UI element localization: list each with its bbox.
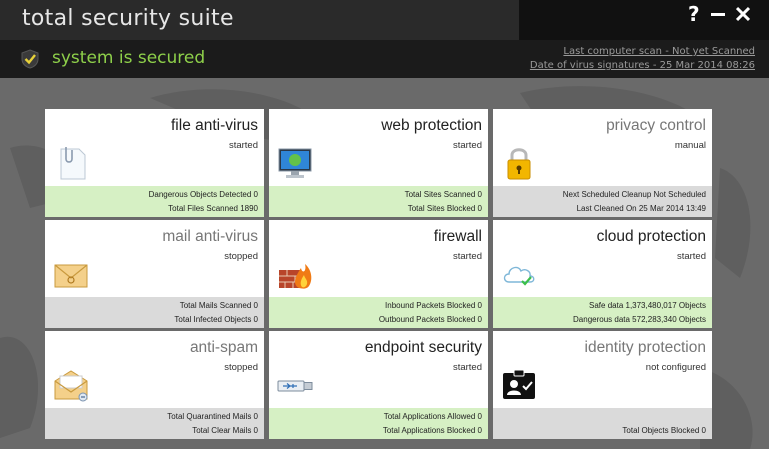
tile-title: endpoint security <box>364 339 482 356</box>
monitor-globe-icon <box>278 148 312 178</box>
stat-line: Total Files Scanned 1890 <box>168 204 258 213</box>
minimize-icon <box>711 13 725 16</box>
tile-cloud-protection[interactable]: cloud protection started Safe data 1,373… <box>493 220 712 328</box>
tile-stats: Next Scheduled Cleanup Not Scheduled Las… <box>493 186 712 217</box>
firewall-icon <box>279 264 312 289</box>
tile-endpoint-security[interactable]: endpoint security started Total Applicat… <box>269 331 488 439</box>
tile-firewall[interactable]: firewall started Inbound Packets Blocked… <box>269 220 488 328</box>
stat-line: Outbound Packets Blocked 0 <box>378 315 482 324</box>
stat-line: Dangerous Objects Detected 0 <box>148 190 258 199</box>
tile-title: firewall <box>433 228 482 245</box>
tile-title: privacy control <box>606 117 706 134</box>
status-bar: system is secured Last computer scan - N… <box>0 40 769 78</box>
close-icon <box>735 6 751 22</box>
tile-state: started <box>452 362 482 373</box>
document-clip-icon <box>60 147 86 180</box>
tile-stats: Dangerous Objects Detected 0 Total Files… <box>45 186 264 217</box>
tile-state: started <box>228 140 258 151</box>
last-scan-link[interactable]: Last computer scan - Not yet Scanned <box>530 45 755 59</box>
tile-state: stopped <box>224 362 258 373</box>
tile-title: web protection <box>381 117 482 134</box>
app-title: total security suite <box>22 6 234 31</box>
title-bar: total security suite ? <box>0 0 769 40</box>
stat-line: Total Applications Blocked 0 <box>382 426 482 435</box>
envelope-icon <box>54 264 88 288</box>
tile-stats: Total Quarantined Mails 0 Total Clear Ma… <box>45 408 264 439</box>
security-status-text: system is secured <box>52 48 206 68</box>
tile-state: stopped <box>224 251 258 262</box>
tile-stats: Total Objects Blocked 0 <box>493 408 712 439</box>
tile-title: anti-spam <box>189 339 258 356</box>
tile-stats: Total Mails Scanned 0 Total Infected Obj… <box>45 297 264 328</box>
tile-state: started <box>452 251 482 262</box>
tile-state: manual <box>674 140 706 151</box>
open-envelope-icon <box>54 370 88 402</box>
tile-web-protection[interactable]: web protection started Total Sites Scann… <box>269 109 488 217</box>
stat-line: Total Objects Blocked 0 <box>622 426 706 435</box>
stat-line: Total Infected Objects 0 <box>174 315 258 324</box>
stat-line: Safe data 1,373,480,017 Objects <box>589 301 706 310</box>
stat-line: Total Applications Allowed 0 <box>383 412 482 421</box>
tile-stats: Total Applications Allowed 0 Total Appli… <box>269 408 488 439</box>
stat-line: Total Clear Mails 0 <box>192 426 258 435</box>
tile-anti-spam[interactable]: anti-spam stopped Total Quarantined Mail… <box>45 331 264 439</box>
tile-privacy-control[interactable]: privacy control manual Next Scheduled Cl… <box>493 109 712 217</box>
tile-stats: Inbound Packets Blocked 0 Outbound Packe… <box>269 297 488 328</box>
scan-info: Last computer scan - Not yet Scanned Dat… <box>530 45 755 73</box>
stat-line: Next Scheduled Cleanup Not Scheduled <box>562 190 706 199</box>
tile-state: started <box>676 251 706 262</box>
virus-signatures-link[interactable]: Date of virus signatures - 25 Mar 2014 0… <box>530 59 755 73</box>
tile-stats: Total Sites Scanned 0 Total Sites Blocke… <box>269 186 488 217</box>
help-button[interactable]: ? <box>688 4 700 24</box>
stat-line: Dangerous data 572,283,340 Objects <box>573 315 706 324</box>
stat-line: Inbound Packets Blocked 0 <box>385 301 482 310</box>
close-button[interactable] <box>735 4 751 27</box>
shield-check-icon <box>21 49 39 69</box>
padlock-icon <box>507 148 531 180</box>
id-card-icon <box>503 369 535 399</box>
stat-line: Total Mails Scanned 0 <box>179 301 258 310</box>
tile-title: mail anti-virus <box>162 228 258 245</box>
stat-line: Total Sites Scanned 0 <box>404 190 482 199</box>
tile-title: identity protection <box>584 339 707 356</box>
tile-identity-protection[interactable]: identity protection not configured Total… <box>493 331 712 439</box>
stat-line: Total Sites Blocked 0 <box>407 204 482 213</box>
usb-drive-icon <box>277 380 313 392</box>
cloud-check-icon <box>503 266 535 286</box>
tile-state: not configured <box>645 362 706 373</box>
tile-mail-anti-virus[interactable]: mail anti-virus stopped Total Mails Scan… <box>45 220 264 328</box>
tile-stats: Safe data 1,373,480,017 Objects Dangerou… <box>493 297 712 328</box>
stat-line: Total Quarantined Mails 0 <box>167 412 258 421</box>
tile-title: cloud protection <box>596 228 706 245</box>
tile-title: file anti-virus <box>171 117 258 134</box>
tile-state: started <box>452 140 482 151</box>
minimize-button[interactable] <box>711 4 725 27</box>
tile-file-anti-virus[interactable]: file anti-virus started Dangerous Object… <box>45 109 264 217</box>
stat-line: Last Cleaned On 25 Mar 2014 13:49 <box>576 204 706 213</box>
